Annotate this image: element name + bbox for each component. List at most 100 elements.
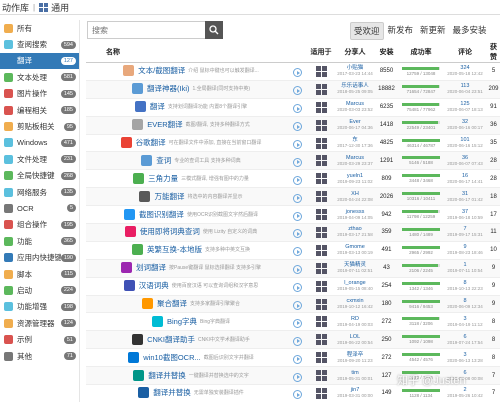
table-row[interactable]: 聚合翻译 支持多家翻译引擎聚合 cxmxin 2019-10-12 16:42 180 9… bbox=[86, 295, 500, 314]
app-name-link[interactable]: EVER翻译 bbox=[147, 120, 182, 129]
table-row[interactable]: 三角力量 三模式翻译, 增强有图中的力量 yueln1 2019-09-23 11:0… bbox=[86, 169, 500, 189]
install-play-icon[interactable] bbox=[293, 247, 302, 257]
sidebar-item[interactable]: 查阅搜索 594 bbox=[0, 36, 79, 52]
table-row[interactable]: 文本/截图翻译 介绍 鼠标中键也可以触发翻译... 小贴猫 2017-03-23 14… bbox=[86, 62, 500, 81]
sidebar-item[interactable]: 剪贴板相关 95 bbox=[0, 118, 79, 134]
app-name-link[interactable]: 使用即将词典查词 bbox=[140, 227, 200, 236]
search-button[interactable] bbox=[205, 21, 223, 39]
table-row[interactable]: Bing字典 Bing字典翻译 RD 2019-04-19 00:03 272 3118 … bbox=[86, 312, 500, 332]
sidebar-item[interactable]: 示例 51 bbox=[0, 331, 79, 347]
table-row[interactable]: CNKI翻译助手 CNKI中文学术翻译助手 LOL 2019-06-22 00:54 2… bbox=[86, 330, 500, 350]
table-row[interactable]: EVER翻译 截图/翻译, 支持多种翻译方式 Ever 2020-06-17 04:3… bbox=[86, 116, 500, 135]
app-name-link[interactable]: 谷歌翻译 bbox=[136, 138, 166, 147]
app-name-link[interactable]: 三角力量 bbox=[148, 174, 178, 183]
install-play-icon[interactable] bbox=[293, 86, 302, 96]
install-play-icon[interactable] bbox=[293, 193, 302, 203]
app-name-link[interactable]: 查词 bbox=[156, 156, 171, 165]
app-name-link[interactable]: CNKI翻译助手 bbox=[147, 335, 195, 344]
app-icon bbox=[133, 172, 145, 184]
like-count: 5 bbox=[487, 62, 500, 81]
app-name-link[interactable]: 文本/截图翻译 bbox=[138, 66, 185, 75]
column-header[interactable]: 成功率 bbox=[399, 42, 443, 63]
install-play-icon[interactable] bbox=[293, 301, 302, 311]
sidebar-item[interactable]: Windows 471 bbox=[0, 135, 79, 151]
search-icon bbox=[4, 40, 13, 50]
table-row[interactable]: 万能翻译 将选中的内容翻译并显示 XH 2020-04-24 22:08 2026 103… bbox=[86, 187, 500, 207]
sidebar-item[interactable]: 网络服务 135 bbox=[0, 184, 79, 200]
sidebar-item[interactable]: 资源管理器 124 bbox=[0, 315, 79, 331]
table-row[interactable]: 英繁互换-本地版 支持多种中英文互换 Gmome 2019-03-13 00:19 49… bbox=[86, 241, 500, 260]
sidebar-item[interactable]: 编程相关 185 bbox=[0, 102, 79, 118]
sidebar-item[interactable]: 图片操作 145 bbox=[0, 86, 79, 102]
install-play-icon[interactable] bbox=[293, 211, 302, 221]
install-count: 127 bbox=[374, 366, 399, 386]
sidebar-item[interactable]: OCR 5 bbox=[0, 200, 79, 216]
install-play-icon[interactable] bbox=[293, 318, 302, 328]
table-row[interactable]: 翻译神器(Iki) 1.全局翻译(同时支持中英) 乐乐话事人 2018-05-25 0… bbox=[86, 80, 500, 99]
sidebar-item[interactable]: 应用内快捷键 190 bbox=[0, 249, 79, 265]
install-play-icon[interactable] bbox=[293, 175, 302, 185]
table-row[interactable]: 翻译 支持划词翻译功能 内置8个翻译引擎 Marcus 2020-03-03 23:5… bbox=[86, 98, 500, 117]
sidebar-item[interactable]: 文件处理 231 bbox=[0, 151, 79, 167]
sort-tab[interactable]: 新更新 bbox=[417, 22, 449, 40]
column-header[interactable]: 安装 bbox=[374, 42, 399, 63]
platform-cell bbox=[306, 241, 336, 260]
sidebar-item[interactable]: 启动 224 bbox=[0, 282, 79, 298]
enhance-icon bbox=[4, 302, 13, 312]
app-name-link[interactable]: win10截图OCR... bbox=[143, 353, 201, 362]
app-name-link[interactable]: 汉语词典 bbox=[139, 281, 169, 290]
sidebar-item[interactable]: 脚本 115 bbox=[0, 266, 79, 282]
app-name-link[interactable]: 聚合翻译 bbox=[157, 299, 187, 308]
app-brand[interactable]: 动作库 bbox=[0, 1, 29, 14]
app-name-link[interactable]: Bing字典 bbox=[167, 317, 197, 326]
sidebar-item[interactable]: 功能增强 198 bbox=[0, 299, 79, 315]
column-header[interactable]: 评论 bbox=[443, 42, 487, 63]
sidebar-item[interactable]: 组合操作 195 bbox=[0, 217, 79, 233]
app-name-link[interactable]: 翻译 bbox=[150, 102, 165, 111]
sort-tab[interactable]: 最多安装 bbox=[450, 22, 490, 40]
column-header[interactable]: 适用于 bbox=[306, 42, 336, 63]
install-play-icon[interactable] bbox=[293, 140, 302, 149]
sidebar-item[interactable]: 所有 bbox=[0, 20, 79, 36]
install-play-icon[interactable] bbox=[293, 157, 302, 167]
install-play-icon[interactable] bbox=[293, 265, 302, 275]
sidebar-item[interactable]: 翻译 127 bbox=[0, 52, 79, 70]
app-name-link[interactable]: 万能翻译 bbox=[154, 192, 184, 201]
app-name-link[interactable]: 翻译并替换 bbox=[153, 388, 191, 397]
table-row[interactable]: win10截图OCR... 截图后识别文字并翻译 程泽卒 2019-09-20 11:… bbox=[86, 348, 500, 368]
app-description: 截图/翻译, 支持多种翻译方式 bbox=[185, 122, 250, 129]
table-row[interactable]: 划词翻译 按Pause键翻译 鼠标选择翻译 支持多引擎 天猫精灵 2019-07-11… bbox=[86, 259, 500, 278]
column-header[interactable]: 获赞 bbox=[487, 42, 500, 63]
reviews-cell: 37 2019-06-18 10:59 bbox=[443, 205, 487, 225]
page-title: 通用 bbox=[51, 2, 70, 13]
sidebar-item[interactable]: 文本处理 581 bbox=[0, 69, 79, 85]
sidebar-item[interactable]: 功能 365 bbox=[0, 233, 79, 249]
search-input[interactable] bbox=[87, 21, 205, 39]
app-name-link[interactable]: 英繁互换-本地版 bbox=[147, 245, 202, 254]
install-play-icon[interactable] bbox=[293, 372, 302, 382]
install-play-icon[interactable] bbox=[293, 336, 302, 346]
sort-tab[interactable]: 受欢迎 bbox=[350, 22, 384, 40]
install-play-icon[interactable] bbox=[293, 354, 302, 364]
column-header[interactable]: 名称 bbox=[86, 42, 306, 63]
reviews-cell: 101 2020-06-16 15:12 bbox=[443, 134, 487, 153]
install-play-icon[interactable] bbox=[293, 283, 302, 293]
table-row[interactable]: 汉语词典 使用百度汉语 可以查询词组和汉字意思 l_orange 2019-05-15… bbox=[86, 277, 500, 296]
app-name-link[interactable]: 翻译神器(Iki) bbox=[147, 84, 190, 93]
app-name-link[interactable]: 翻译并替换 bbox=[148, 371, 186, 380]
table-row[interactable]: 使用即将词典查词 使用 Lizity 自定义的词典 zthao 2019-03-17 … bbox=[86, 223, 500, 242]
sidebar-item[interactable]: 全局快捷键 268 bbox=[0, 168, 79, 184]
install-play-icon[interactable] bbox=[293, 104, 302, 114]
table-row[interactable]: 谷歌翻译 可在翻译文件中添加, 直接在当前窗口翻译 东 2017-12-30 17:3… bbox=[86, 134, 500, 153]
app-name-link[interactable]: 截图识别翻译 bbox=[139, 210, 184, 219]
install-play-icon[interactable] bbox=[293, 122, 302, 132]
column-header[interactable]: 分享人 bbox=[336, 42, 374, 63]
app-name-link[interactable]: 划词翻译 bbox=[136, 263, 166, 272]
install-play-icon[interactable] bbox=[293, 68, 302, 78]
table-row[interactable]: 截图识别翻译 使用OCR识别截图文字然后翻译 jonesss 2019-04-09 1… bbox=[86, 205, 500, 225]
install-play-icon[interactable] bbox=[293, 390, 302, 400]
sort-tab[interactable]: 新发布 bbox=[385, 22, 417, 40]
table-row[interactable]: 查词 专业的查词工具 支持多种词典 Marcus 2020-03-29 23:37 12… bbox=[86, 151, 500, 171]
install-play-icon[interactable] bbox=[293, 229, 302, 239]
sidebar-item[interactable]: 其他 71 bbox=[0, 348, 79, 364]
